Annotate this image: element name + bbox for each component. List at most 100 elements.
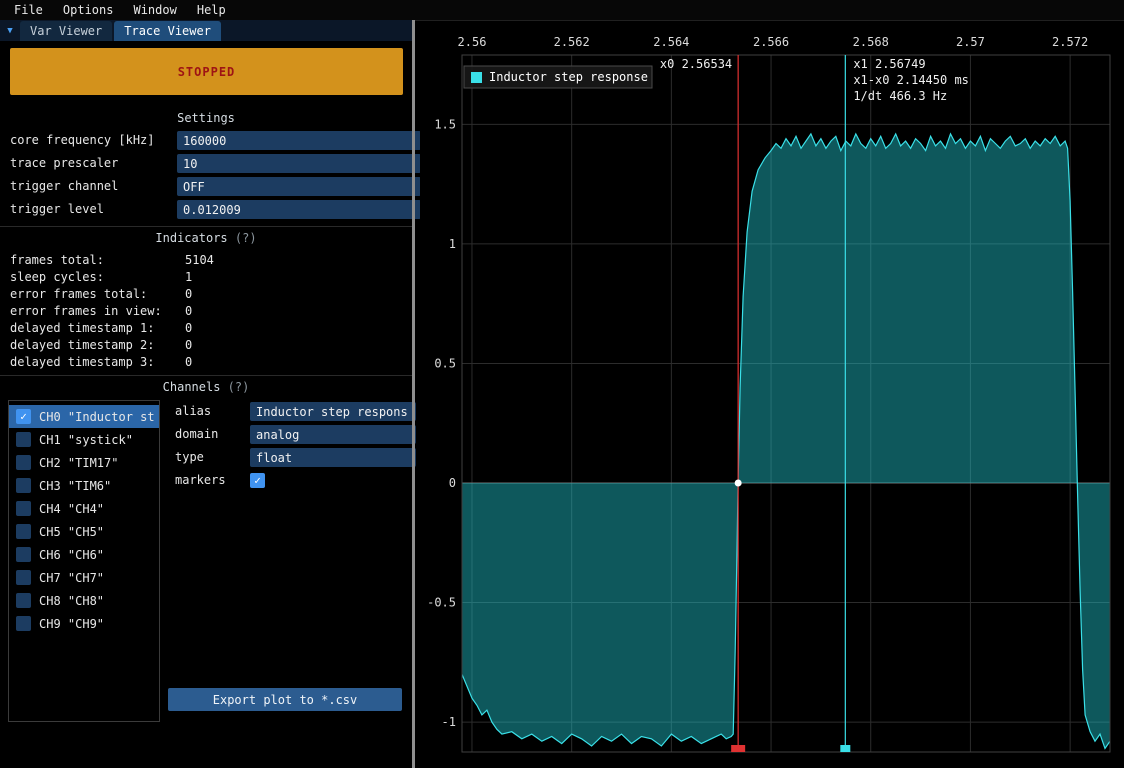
- channel-row-ch9[interactable]: CH9 "CH9": [9, 612, 159, 635]
- indicator-label: frames total:: [10, 253, 104, 267]
- trigger-channel-input[interactable]: [177, 177, 421, 196]
- markers-checkbox[interactable]: [250, 473, 265, 488]
- channel-row-ch5[interactable]: CH5 "CH5": [9, 520, 159, 543]
- menu-bar: File Options Window Help: [0, 0, 1124, 21]
- indicators-help-icon[interactable]: (?): [235, 231, 257, 245]
- menu-window[interactable]: Window: [123, 1, 186, 19]
- channels-title-text: Channels: [163, 380, 221, 394]
- x-tick-label: 2.562: [554, 35, 590, 49]
- channel-label: CH3 "TIM6": [39, 479, 111, 493]
- channel-checkbox[interactable]: [16, 593, 31, 608]
- domain-label: domain: [175, 425, 218, 444]
- channel-checkbox[interactable]: [16, 524, 31, 539]
- core-frequency-input[interactable]: [177, 131, 421, 150]
- channel-row-ch3[interactable]: CH3 "TIM6": [9, 474, 159, 497]
- legend-label: Inductor step response: [489, 70, 648, 84]
- channel-row-ch0[interactable]: CH0 "Inductor st: [9, 405, 159, 428]
- marker-x1-label: x1 2.56749: [853, 57, 925, 71]
- indicator-value: 0: [185, 355, 192, 369]
- x-tick-label: 2.56: [458, 35, 487, 49]
- marker-x1-handle[interactable]: [840, 745, 850, 752]
- channel-label: CH7 "CH7": [39, 571, 104, 585]
- trigger-level-input[interactable]: [177, 200, 421, 219]
- tab-bar: ▼ Var Viewer Trace Viewer: [0, 20, 412, 41]
- x-tick-label: 2.566: [753, 35, 789, 49]
- alias-label: alias: [175, 402, 211, 421]
- channels-title: Channels (?): [0, 380, 412, 394]
- indicator-value: 5104: [185, 253, 214, 267]
- channel-row-ch8[interactable]: CH8 "CH8": [9, 589, 159, 612]
- x-tick-label: 2.568: [853, 35, 889, 49]
- channel-label: CH8 "CH8": [39, 594, 104, 608]
- indicator-value: 0: [185, 338, 192, 352]
- marker-x0-label: x0 2.56534: [660, 57, 732, 71]
- channel-row-ch1[interactable]: CH1 "systick": [9, 428, 159, 451]
- type-input[interactable]: [250, 448, 416, 467]
- trace-plot[interactable]: 2.562.5622.5642.5662.5682.572.5721.510.5…: [420, 30, 1118, 756]
- menu-file[interactable]: File: [4, 1, 53, 19]
- indicator-value: 1: [185, 270, 192, 284]
- channels-help-icon[interactable]: (?): [228, 380, 250, 394]
- marker-x0-handle[interactable]: [731, 745, 745, 752]
- x-tick-label: 2.564: [653, 35, 689, 49]
- tab-var-viewer[interactable]: Var Viewer: [20, 21, 112, 41]
- channel-label: CH2 "TIM17": [39, 456, 118, 470]
- y-tick-label: 1.5: [434, 117, 456, 131]
- channel-row-ch4[interactable]: CH4 "CH4": [9, 497, 159, 520]
- indicator-label: error frames total:: [10, 287, 147, 301]
- series-area: [462, 134, 1110, 749]
- channel-checkbox[interactable]: [16, 570, 31, 585]
- channel-row-ch2[interactable]: CH2 "TIM17": [9, 451, 159, 474]
- domain-input[interactable]: [250, 425, 416, 444]
- alias-input[interactable]: [250, 402, 416, 421]
- channel-label: CH9 "CH9": [39, 617, 104, 631]
- marker-x1-label: 1/dt 466.3 Hz: [853, 89, 947, 103]
- panel-splitter[interactable]: [412, 20, 415, 768]
- menu-help[interactable]: Help: [187, 1, 236, 19]
- channel-row-ch7[interactable]: CH7 "CH7": [9, 566, 159, 589]
- channel-checkbox[interactable]: [16, 432, 31, 447]
- markers-label: markers: [175, 471, 226, 490]
- y-tick-label: 0.5: [434, 356, 456, 370]
- y-tick-label: -1: [442, 715, 456, 729]
- channel-checkbox[interactable]: [16, 616, 31, 631]
- channel-checkbox[interactable]: [16, 409, 31, 424]
- tab-list-chevron-icon[interactable]: ▼: [0, 20, 20, 41]
- indicator-value: 0: [185, 287, 192, 301]
- channel-checkbox[interactable]: [16, 501, 31, 516]
- channel-checkbox[interactable]: [16, 547, 31, 562]
- y-tick-label: 0: [449, 476, 456, 490]
- indicator-value: 0: [185, 304, 192, 318]
- indicator-value: 0: [185, 321, 192, 335]
- channel-row-ch6[interactable]: CH6 "CH6": [9, 543, 159, 566]
- channel-label: CH1 "systick": [39, 433, 133, 447]
- channel-label: CH4 "CH4": [39, 502, 104, 516]
- menu-options[interactable]: Options: [53, 1, 124, 19]
- app-window: File Options Window Help ▼ Var Viewer Tr…: [0, 0, 1124, 768]
- tab-trace-viewer[interactable]: Trace Viewer: [114, 21, 221, 41]
- indicator-label: delayed timestamp 2:: [10, 338, 155, 352]
- y-tick-label: -0.5: [427, 596, 456, 610]
- marker-x1-label: x1-x0 2.14450 ms: [853, 73, 969, 87]
- channel-list: CH0 "Inductor st CH1 "systick" CH2 "TIM1…: [8, 400, 160, 722]
- y-tick-label: 1: [449, 237, 456, 251]
- left-panel: ▼ Var Viewer Trace Viewer STOPPED Settin…: [0, 20, 412, 768]
- indicators-title-text: Indicators: [155, 231, 227, 245]
- trace-prescaler-input[interactable]: [177, 154, 421, 173]
- settings-title: Settings: [0, 111, 412, 125]
- separator: [0, 375, 412, 376]
- export-csv-button[interactable]: Export plot to *.csv: [168, 688, 402, 711]
- indicator-label: sleep cycles:: [10, 270, 104, 284]
- x-tick-label: 2.572: [1052, 35, 1088, 49]
- indicator-label: delayed timestamp 1:: [10, 321, 155, 335]
- legend-swatch[interactable]: [471, 72, 482, 83]
- stopped-button[interactable]: STOPPED: [10, 48, 403, 95]
- channel-checkbox[interactable]: [16, 455, 31, 470]
- channel-label: CH0 "Inductor st: [39, 410, 155, 424]
- channel-label: CH6 "CH6": [39, 548, 104, 562]
- type-label: type: [175, 448, 204, 467]
- channel-checkbox[interactable]: [16, 478, 31, 493]
- channel-label: CH5 "CH5": [39, 525, 104, 539]
- trigger-channel-label: trigger channel: [10, 177, 118, 196]
- trigger-level-label: trigger level: [10, 200, 104, 219]
